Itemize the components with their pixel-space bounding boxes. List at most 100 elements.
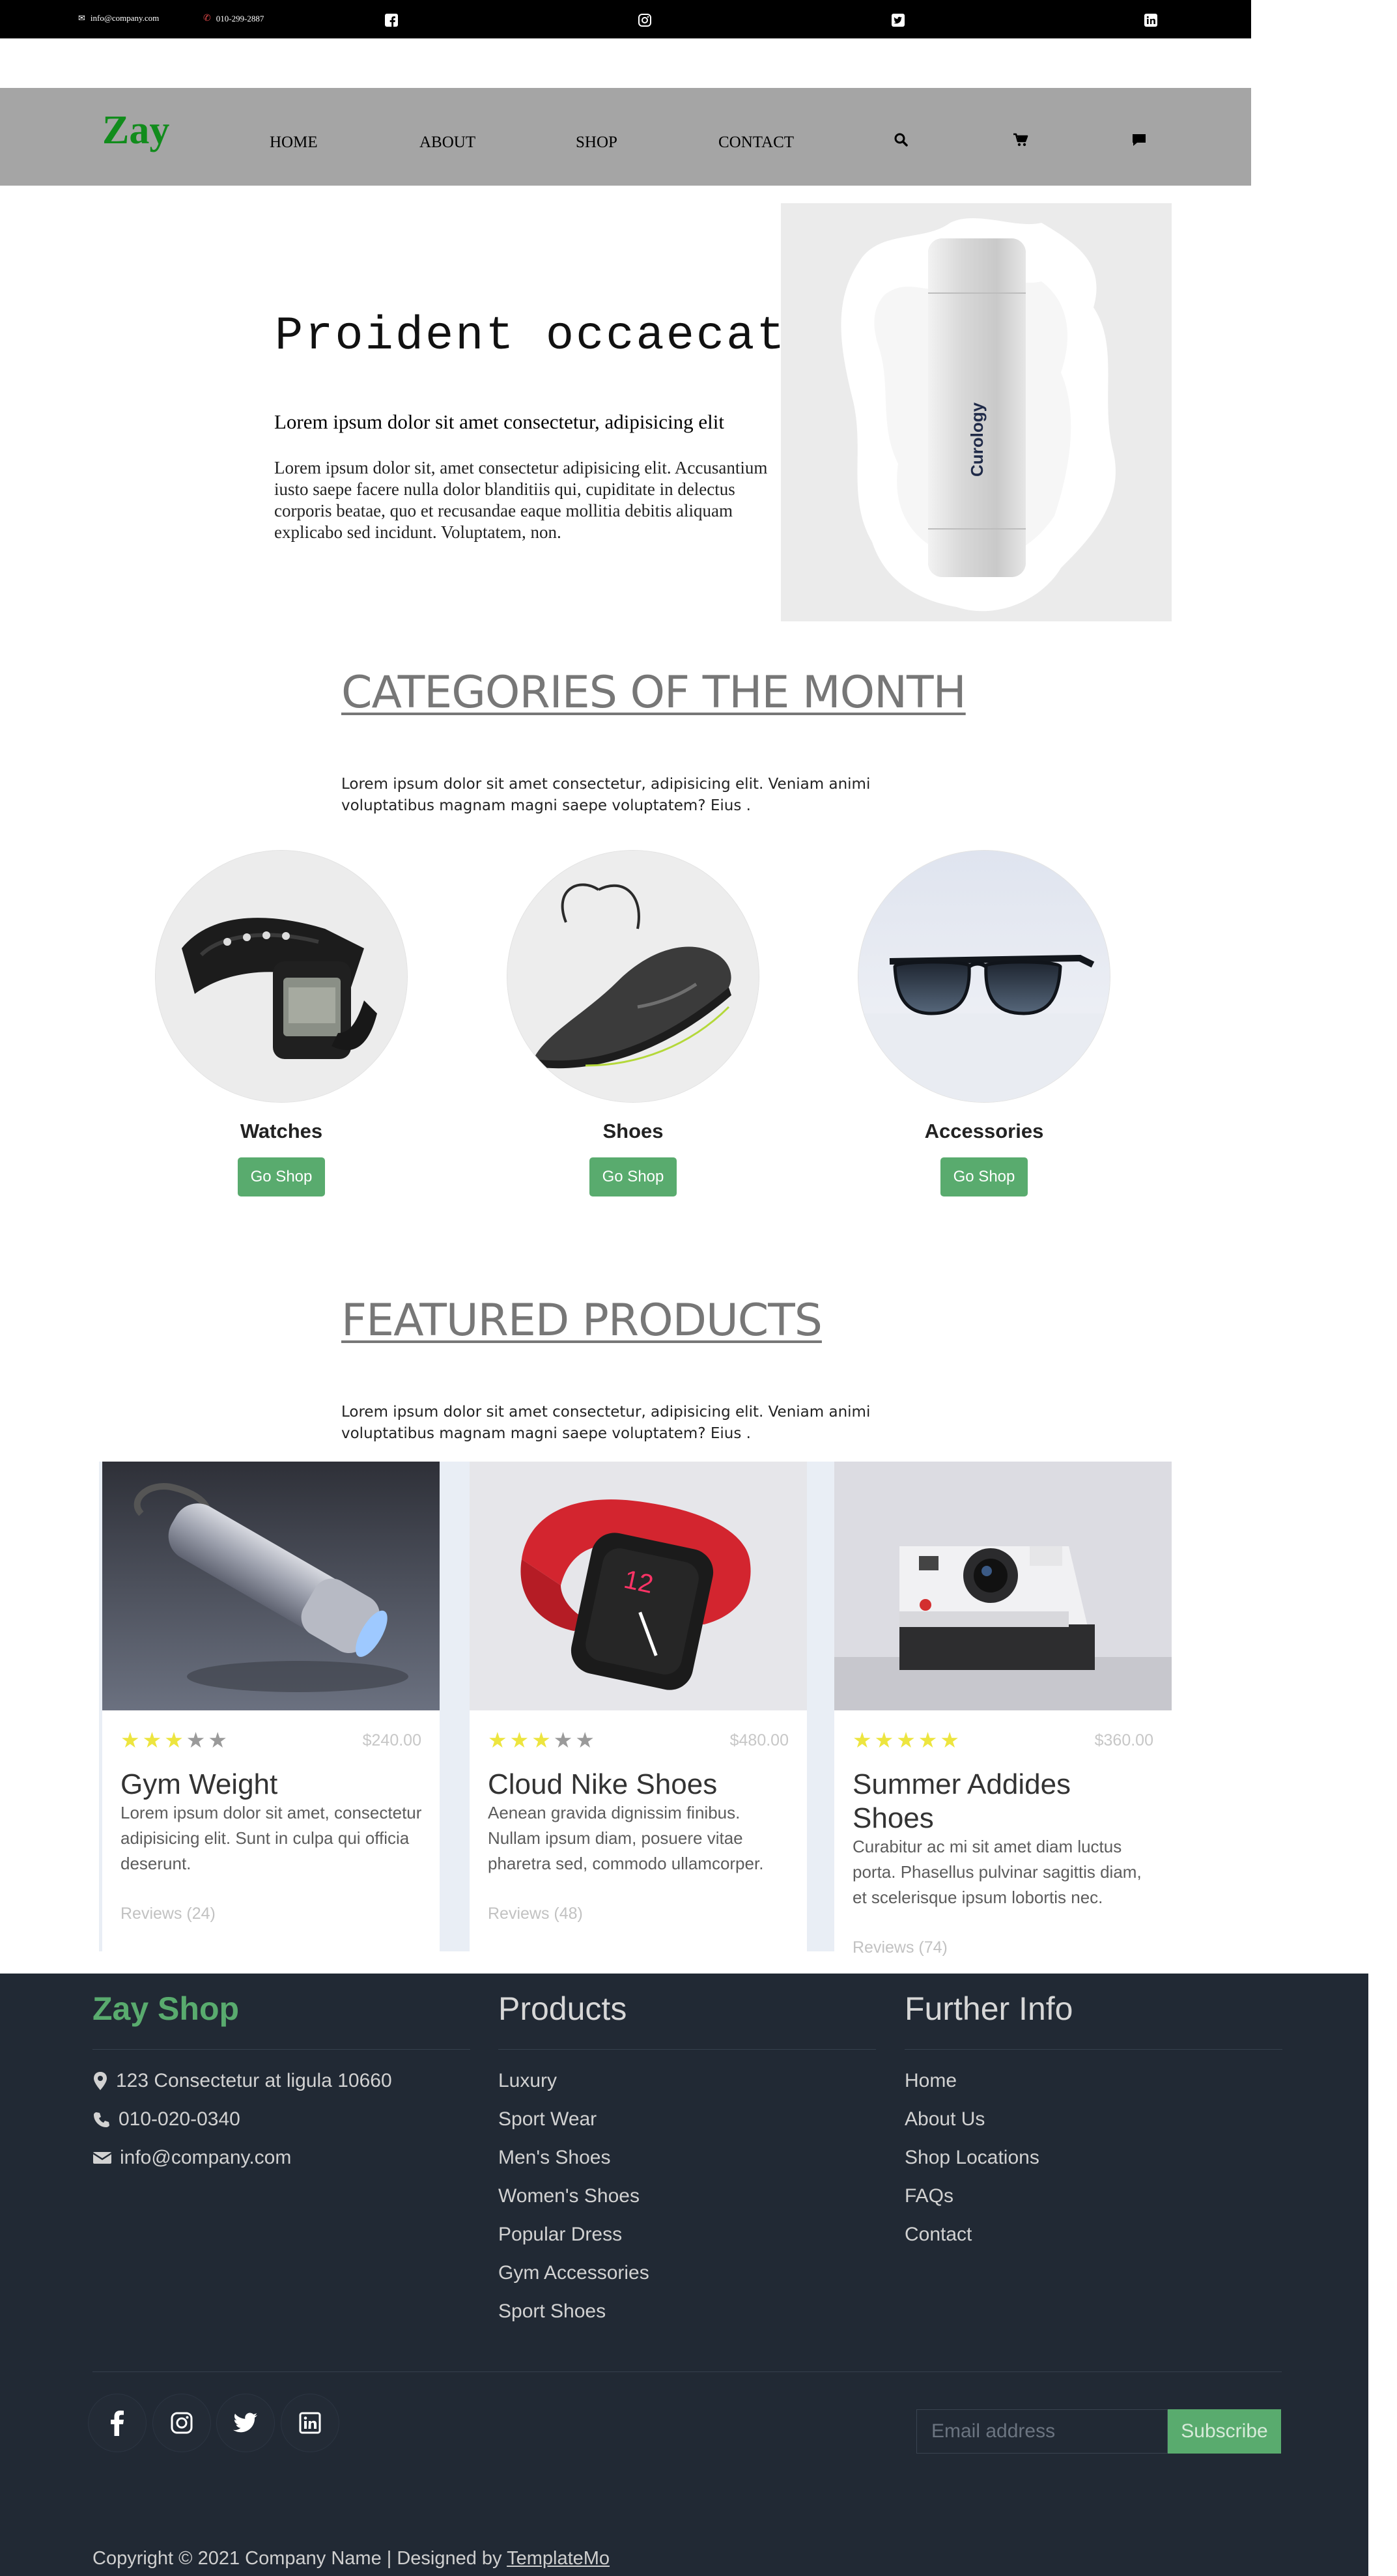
product-description: Aenean gravida dignissim finibus. Nullam… [488,1803,764,1873]
footer-twitter-icon[interactable] [216,2394,275,2452]
newsletter-email-input[interactable] [916,2409,1168,2454]
product-price: $240.00 [362,1731,421,1749]
nav-link-contact[interactable]: CONTACT [718,134,794,152]
envelope-icon: ✉ [78,13,85,23]
go-shop-button-shoes[interactable]: Go Shop [589,1157,677,1196]
product-image-cloud-nike-shoes[interactable]: 12 [470,1462,807,1710]
hero-subtitle: Lorem ipsum dolor sit amet consectetur, … [274,410,724,433]
hero-product-label: Curology [967,402,987,477]
hero-product-image: Curology [781,203,1172,621]
star-empty-icon: ★ [208,1729,230,1753]
footer-phone[interactable]: 010-020-0340 [92,2108,240,2130]
product-image-gym-weight[interactable] [102,1462,440,1710]
twitter-icon[interactable] [891,13,905,27]
hero-description: Lorem ipsum dolor sit, amet consectetur … [274,458,768,542]
footer-link-sport-shoes[interactable]: Sport Shoes [498,2300,606,2323]
top-info-bar: ✉ info@company.com ✆ 010-299-2887 [0,0,1251,38]
search-icon[interactable] [892,131,910,149]
site-footer: Zay Shop 123 Consectetur at ligula 10660… [0,1974,1368,2576]
footer-info-title: Further Info [905,1990,1073,2027]
category-name-shoes: Shoes [602,1120,664,1142]
hero-title: Proident occaecat [275,309,787,363]
footer-link-mens-shoes[interactable]: Men's Shoes [498,2147,611,2169]
product-rating-summer-addides-shoes: ★★★★★ [853,1727,962,1753]
go-shop-button-watches[interactable]: Go Shop [237,1157,326,1196]
topbar-email[interactable]: ✉ info@company.com [78,13,159,23]
product-rating-gym-weight: ★★★★★ [120,1727,230,1753]
footer-link-faqs[interactable]: FAQs [905,2185,953,2207]
topbar-phone[interactable]: ✆ 010-299-2887 [203,13,264,24]
footer-brand[interactable]: Zay Shop [92,1990,239,2028]
product-rating-cloud-nike-shoes: ★★★★★ [488,1727,597,1753]
site-logo[interactable]: Zay [102,107,169,154]
category-card-accessories: Accessories Go Shop [857,850,1111,1196]
envelope-icon [92,2152,112,2164]
footer-link-luxury[interactable]: Luxury [498,2070,557,2092]
footer-instagram-icon[interactable] [152,2394,211,2452]
footer-link-contact[interactable]: Contact [905,2224,972,2246]
footer-email[interactable]: info@company.com [92,2147,291,2169]
facebook-icon[interactable] [384,13,399,27]
product-image-summer-addides-shoes[interactable] [834,1462,1172,1710]
footer-phone-text: 010-020-0340 [119,2108,240,2130]
categories-title: CATEGORIES OF THE MONTH [341,667,967,718]
product-title[interactable]: Cloud Nike Shoes [488,1768,794,1802]
footer-link-about-us[interactable]: About Us [905,2108,985,2130]
footer-divider [905,2049,1282,2050]
topbar-email-text: info@company.com [90,13,160,23]
star-filled-icon: ★ [853,1729,875,1753]
footer-linkedin-icon[interactable] [281,2394,339,2452]
product-card-summer-addides-shoes[interactable]: ★★★★★ $360.00 Summer Addides Shoes Curab… [834,1462,1172,1957]
designer-link[interactable]: TemplateMo [507,2548,610,2569]
phone-icon [94,2112,109,2127]
copyright-text: Copyright © 2021 Company Name | Designed… [92,2548,610,2569]
footer-link-popular-dress[interactable]: Popular Dress [498,2224,622,2246]
subscribe-button[interactable]: Subscribe [1168,2409,1281,2454]
product-reviews: Reviews (74) [853,1938,948,1957]
product-card-cloud-nike-shoes[interactable]: 12 ★★★★★ $480.00 Cloud Nike Shoes Aenean… [470,1462,807,1951]
instagram-icon[interactable] [638,13,652,27]
footer-divider [498,2049,876,2050]
product-price: $480.00 [729,1731,789,1749]
product-title[interactable]: Gym Weight [120,1768,427,1802]
footer-products-title: Products [498,1990,627,2027]
star-filled-icon: ★ [120,1729,143,1753]
category-card-shoes: Shoes Go Shop [506,850,760,1196]
product-reviews: Reviews (24) [120,1904,216,1923]
star-filled-icon: ★ [164,1729,186,1753]
nav-link-about[interactable]: ABOUT [419,134,475,152]
footer-link-home[interactable]: Home [905,2070,957,2092]
star-empty-icon: ★ [186,1729,208,1753]
footer-link-gym-accessories[interactable]: Gym Accessories [498,2262,649,2284]
cart-icon[interactable] [1011,131,1030,149]
linkedin-icon[interactable] [1144,13,1158,27]
star-filled-icon: ★ [509,1729,532,1753]
map-marker-icon [94,2072,107,2090]
chat-icon[interactable] [1130,131,1148,149]
footer-link-sport-wear[interactable]: Sport Wear [498,2108,597,2130]
footer-link-womens-shoes[interactable]: Women's Shoes [498,2185,640,2207]
product-card-gym-weight[interactable]: ★★★★★ $240.00 Gym Weight Lorem ipsum dol… [102,1462,440,1951]
footer-link-shop-locations[interactable]: Shop Locations [905,2147,1039,2169]
star-empty-icon: ★ [553,1729,576,1753]
category-card-watches: Watches Go Shop [154,850,408,1196]
product-title[interactable]: Summer Addides Shoes [853,1768,1159,1835]
footer-address-text: 123 Consectetur at ligula 10660 [116,2070,392,2091]
nav-link-home[interactable]: HOME [270,134,318,152]
categories-description: Lorem ipsum dolor sit amet consectetur, … [341,776,871,814]
category-name-accessories: Accessories [924,1120,1044,1142]
category-image-accessories[interactable] [858,850,1110,1103]
category-name-watches: Watches [240,1120,323,1142]
star-filled-icon: ★ [488,1729,510,1753]
category-image-shoes[interactable] [507,850,759,1103]
category-image-watches[interactable] [155,850,408,1103]
star-filled-icon: ★ [940,1729,962,1753]
star-filled-icon: ★ [531,1729,554,1753]
product-description: Lorem ipsum dolor sit amet, consectetur … [120,1803,422,1873]
go-shop-button-accessories[interactable]: Go Shop [940,1157,1028,1196]
product-reviews: Reviews (48) [488,1904,583,1923]
footer-facebook-icon[interactable] [88,2394,147,2452]
nav-link-shop[interactable]: SHOP [576,134,617,152]
star-filled-icon: ★ [874,1729,897,1753]
footer-email-text: info@company.com [120,2147,292,2168]
